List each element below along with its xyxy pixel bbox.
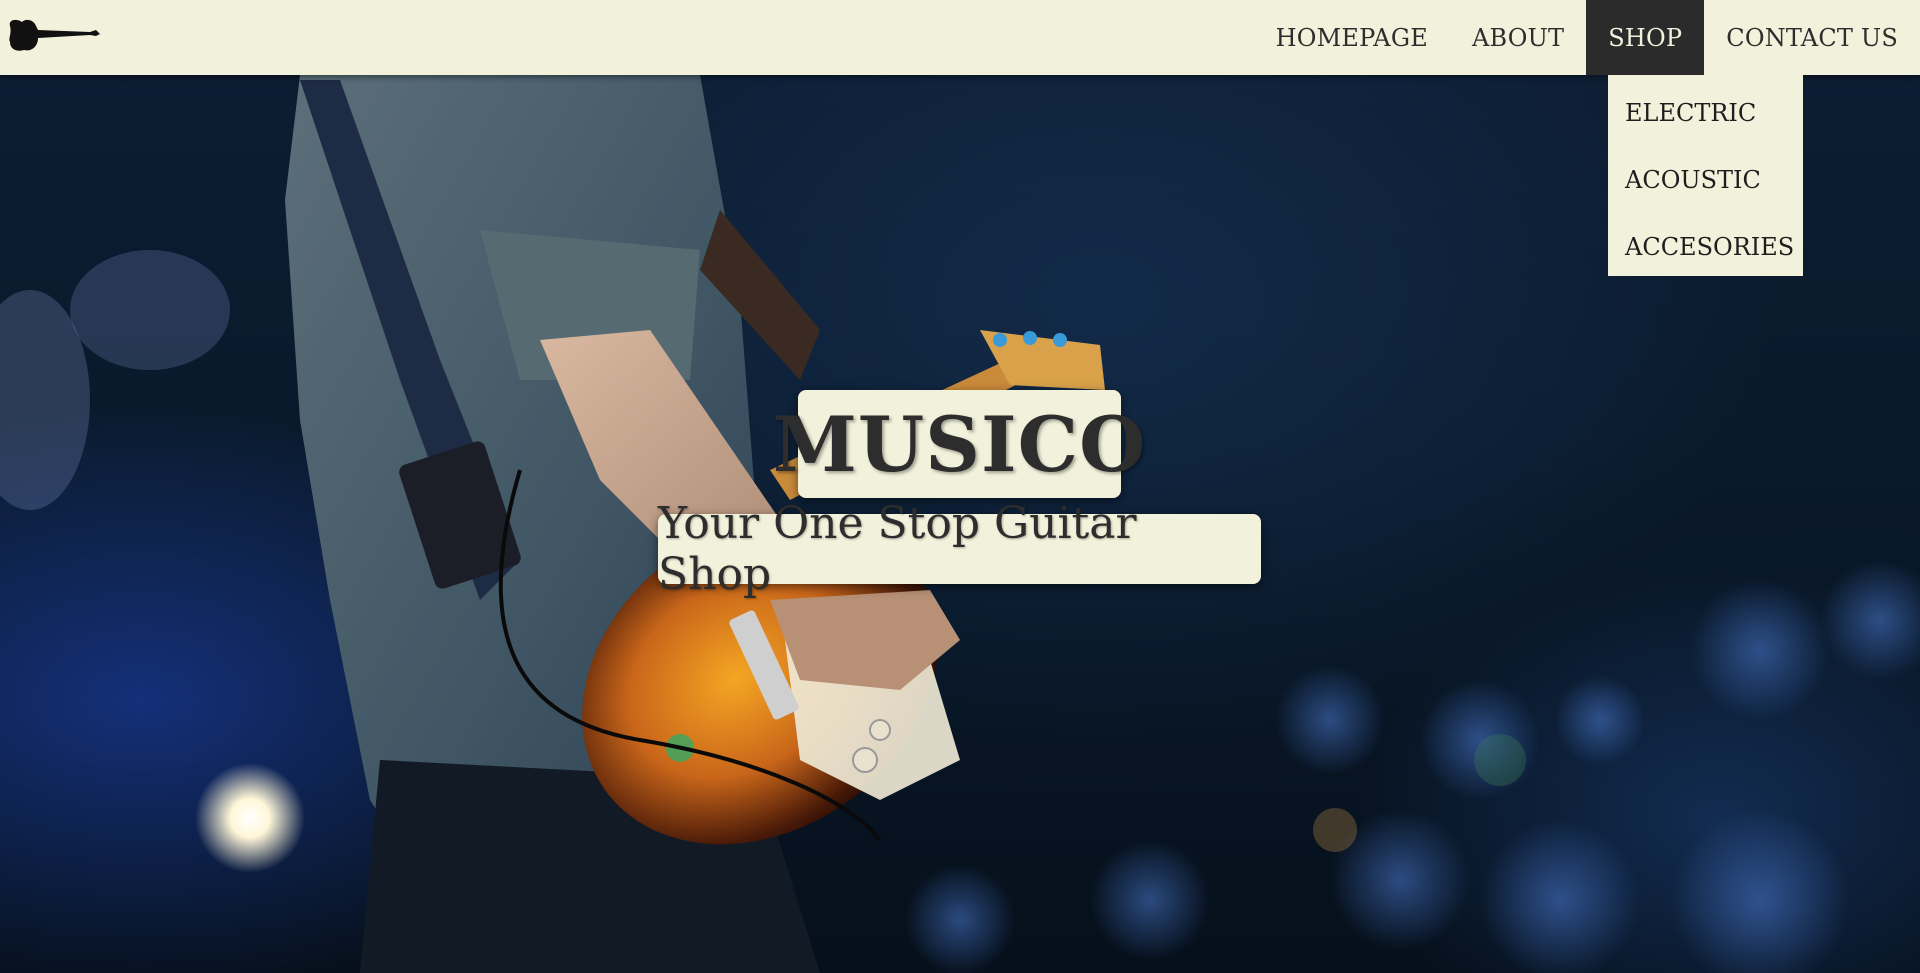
- nav-shop[interactable]: SHOP: [1586, 0, 1705, 75]
- hero-title-box: MUSICO: [773, 390, 1145, 498]
- nav-about[interactable]: ABOUT: [1450, 0, 1586, 75]
- nav-contact-us[interactable]: CONTACT US: [1704, 0, 1920, 75]
- main-nav-menu: HOMEPAGE ABOUT SHOP CONTACT US: [1254, 0, 1920, 75]
- dropdown-item-accesories[interactable]: ACCESORIES: [1608, 213, 1803, 280]
- hero-subtitle-box: Your One Stop Guitar Shop: [658, 498, 1261, 600]
- dropdown-item-electric[interactable]: ELECTRIC: [1608, 79, 1803, 146]
- nav-homepage[interactable]: HOMEPAGE: [1254, 0, 1450, 75]
- hero-title: MUSICO: [772, 399, 1147, 489]
- guitar-logo-icon[interactable]: [6, 14, 100, 54]
- top-navbar: HOMEPAGE ABOUT SHOP CONTACT US: [0, 0, 1920, 75]
- page: HOMEPAGE ABOUT SHOP CONTACT US ELECTRIC …: [0, 0, 1920, 973]
- hero-subtitle: Your One Stop Guitar Shop: [658, 498, 1137, 600]
- shop-dropdown-menu: ELECTRIC ACOUSTIC ACCESORIES: [1608, 75, 1803, 276]
- dropdown-item-acoustic[interactable]: ACOUSTIC: [1608, 146, 1803, 213]
